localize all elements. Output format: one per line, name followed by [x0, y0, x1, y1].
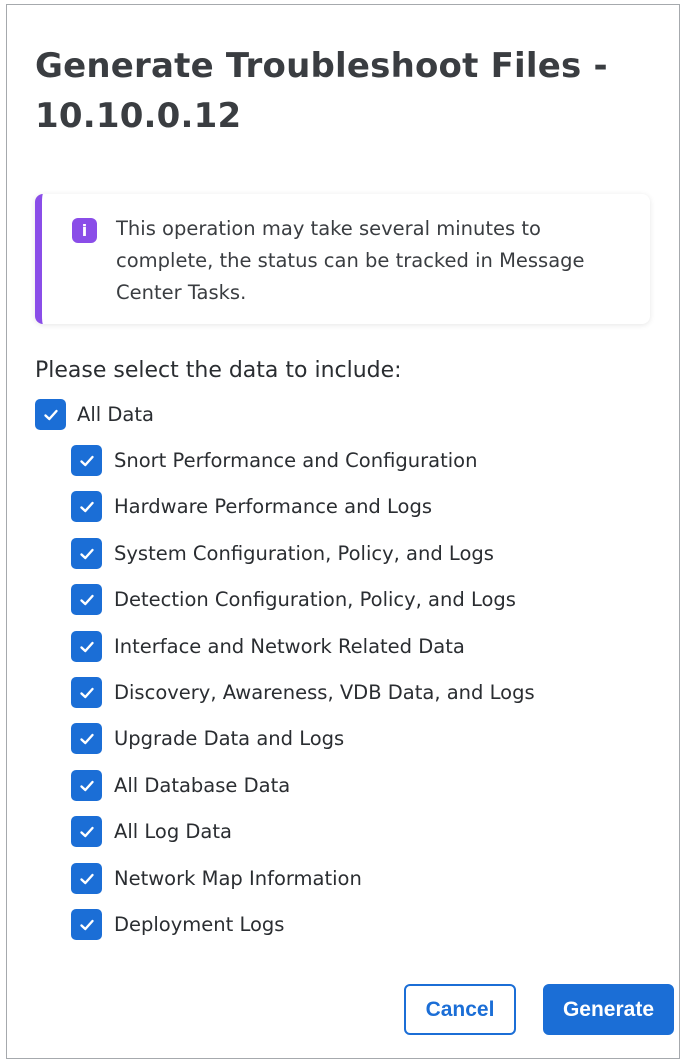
info-notice: i This operation may take several minute… [35, 194, 650, 324]
checkbox[interactable] [35, 399, 66, 430]
checkbox-label: Network Map Information [114, 867, 362, 890]
checkbox-label: Detection Configuration, Policy, and Log… [114, 588, 516, 611]
generate-button[interactable]: Generate [543, 984, 674, 1035]
select-prompt: Please select the data to include: [35, 358, 402, 383]
checkbox[interactable] [71, 538, 102, 569]
check-icon [79, 780, 94, 791]
checkbox-label: All Data [77, 403, 154, 426]
checkbox-label: System Configuration, Policy, and Logs [114, 542, 494, 565]
checkbox-label: Interface and Network Related Data [114, 635, 465, 658]
checkbox-option[interactable]: Detection Configuration, Policy, and Log… [71, 584, 516, 615]
check-icon [79, 826, 94, 837]
checkbox[interactable] [71, 770, 102, 801]
cancel-button[interactable]: Cancel [404, 984, 516, 1035]
troubleshoot-dialog: Generate Troubleshoot Files - 10.10.0.12… [6, 4, 680, 1059]
checkbox-option[interactable]: Discovery, Awareness, VDB Data, and Logs [71, 677, 535, 708]
checkbox-label: All Log Data [114, 820, 232, 843]
checkbox-option[interactable]: All Log Data [71, 816, 232, 847]
check-icon [79, 455, 94, 466]
checkbox-option[interactable]: Snort Performance and Configuration [71, 445, 477, 476]
notice-text: This operation may take several minutes … [116, 217, 585, 304]
check-icon [79, 873, 94, 884]
checkbox[interactable] [71, 723, 102, 754]
checkbox[interactable] [71, 677, 102, 708]
checkbox-label: Deployment Logs [114, 913, 285, 936]
info-icon: i [72, 218, 97, 243]
check-icon [79, 733, 94, 744]
checkbox-option[interactable]: Interface and Network Related Data [71, 631, 465, 662]
checkbox[interactable] [71, 816, 102, 847]
checkbox-option[interactable]: Upgrade Data and Logs [71, 723, 344, 754]
dialog-title: Generate Troubleshoot Files - 10.10.0.12 [35, 46, 608, 136]
check-icon [79, 501, 94, 512]
check-icon [79, 687, 94, 698]
checkbox-label: Snort Performance and Configuration [114, 449, 478, 472]
checkbox[interactable] [71, 445, 102, 476]
checkbox-option[interactable]: Hardware Performance and Logs [71, 491, 432, 522]
checkbox-option[interactable]: System Configuration, Policy, and Logs [71, 538, 494, 569]
checkbox[interactable] [71, 584, 102, 615]
checkbox-label: All Database Data [114, 774, 291, 797]
checkbox-label: Upgrade Data and Logs [114, 727, 345, 750]
checkbox[interactable] [71, 863, 102, 894]
checkbox[interactable] [71, 909, 102, 940]
checkbox[interactable] [71, 631, 102, 662]
checkbox-option[interactable]: All Database Data [71, 770, 290, 801]
checkbox-option[interactable]: Network Map Information [71, 863, 362, 894]
checkbox-label: Hardware Performance and Logs [114, 495, 432, 518]
check-icon [79, 919, 94, 930]
checkbox[interactable] [71, 491, 102, 522]
checkbox-option[interactable]: Deployment Logs [71, 909, 284, 940]
checkbox-all-data[interactable]: All Data [35, 399, 154, 430]
check-icon [43, 409, 58, 420]
checkbox-label: Discovery, Awareness, VDB Data, and Logs [114, 681, 535, 704]
check-icon [79, 641, 94, 652]
check-icon [79, 594, 94, 605]
check-icon [79, 548, 94, 559]
